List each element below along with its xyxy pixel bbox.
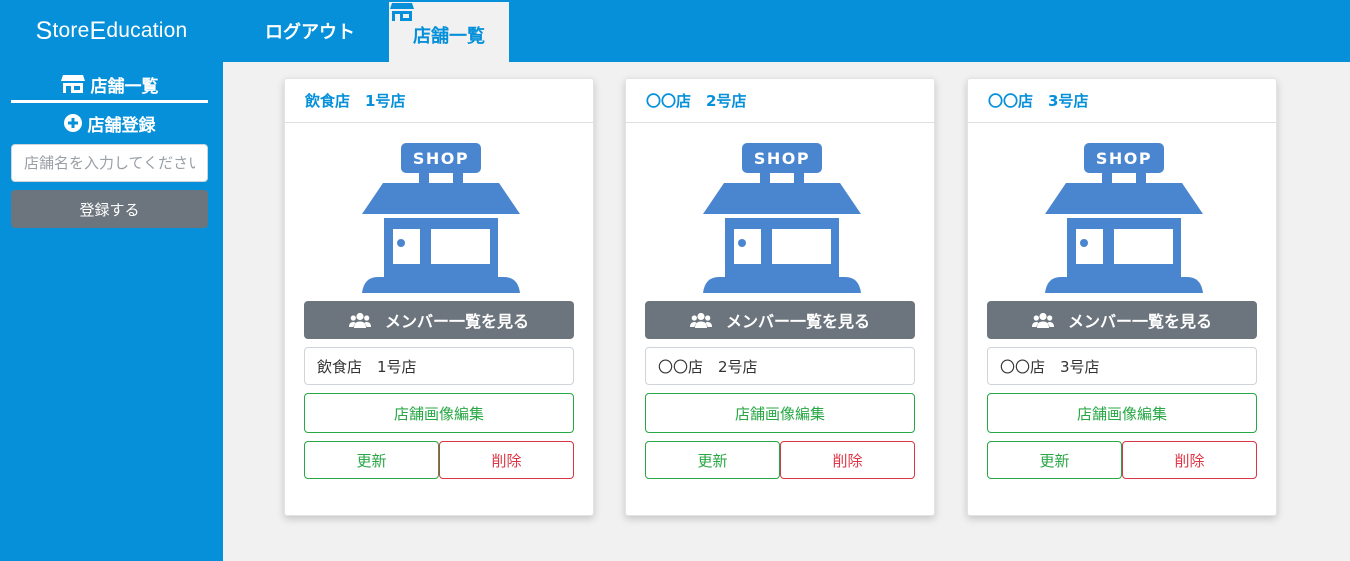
store-card-title: 〇〇店 3号店 [968, 79, 1276, 123]
delete-button[interactable]: 削除 [780, 441, 915, 479]
top-navbar: Store Education ログアウト 店舗一覧 [0, 0, 1350, 62]
store-card-title: 〇〇店 2号店 [626, 79, 934, 123]
brand-letter-s: S [35, 16, 53, 45]
edit-store-image-button[interactable]: 店舗画像編集 [987, 393, 1257, 433]
sidebar-item-store-register-label: 店舗登録 [87, 115, 156, 136]
brand-text-tore: tore [52, 19, 90, 42]
store-card-title: 飲食店 1号店 [285, 79, 593, 123]
shop-icon: SHOP [362, 143, 520, 293]
edit-store-image-button[interactable]: 店舗画像編集 [304, 393, 574, 433]
store-name-field[interactable] [304, 347, 574, 385]
svg-text:SHOP: SHOP [413, 149, 469, 168]
svg-text:SHOP: SHOP [754, 149, 810, 168]
sidebar-item-store-list[interactable]: 店舗一覧 [11, 66, 208, 102]
users-icon [1031, 312, 1054, 328]
logout-link[interactable]: ログアウト [265, 0, 355, 62]
view-members-button[interactable]: メンバー一覧を見る [645, 301, 915, 339]
tab-store-list[interactable]: 店舗一覧 [389, 2, 509, 62]
tab-store-list-label: 店舗一覧 [413, 26, 485, 47]
update-button[interactable]: 更新 [987, 441, 1122, 479]
users-icon [348, 312, 371, 328]
shop-icon: SHOP [1045, 143, 1203, 293]
store-card: 〇〇店 2号店 SHOP メンバー一覧を見る 店舗画像編 [625, 78, 935, 516]
store-name-field[interactable] [645, 347, 915, 385]
sidebar-item-store-register[interactable]: 店舗登録 [11, 107, 208, 139]
users-icon [689, 312, 712, 328]
delete-button[interactable]: 削除 [439, 441, 574, 479]
view-members-label: メンバー一覧を見る [1067, 312, 1212, 331]
store-card: 飲食店 1号店 SHOP メンバー一覧を見る 店舗画像編 [284, 78, 594, 516]
register-button[interactable]: 登録する [11, 190, 208, 228]
brand-letter-e: E [89, 16, 107, 45]
update-button[interactable]: 更新 [304, 441, 439, 479]
store-icon [60, 75, 85, 93]
store-name-field[interactable] [987, 347, 1257, 385]
store-card: 〇〇店 3号店 SHOP メンバー一覧を見る 店舗画像編 [967, 78, 1277, 516]
shop-icon: SHOP [703, 143, 861, 293]
update-button[interactable]: 更新 [645, 441, 780, 479]
store-name-input[interactable] [11, 144, 208, 182]
edit-store-image-button[interactable]: 店舗画像編集 [645, 393, 915, 433]
plus-circle-icon [63, 114, 82, 132]
delete-button[interactable]: 削除 [1122, 441, 1257, 479]
sidebar-item-store-list-label: 店舗一覧 [90, 76, 159, 97]
brand-logo[interactable]: Store Education [0, 0, 223, 62]
sidebar: 店舗一覧 店舗登録 登録する [0, 62, 223, 561]
store-icon [390, 3, 414, 21]
view-members-button[interactable]: メンバー一覧を見る [987, 301, 1257, 339]
sidebar-divider [11, 100, 208, 103]
svg-text:SHOP: SHOP [1096, 149, 1152, 168]
view-members-label: メンバー一覧を見る [384, 312, 529, 331]
brand-text-ducation: ducation [106, 19, 188, 42]
view-members-button[interactable]: メンバー一覧を見る [304, 301, 574, 339]
view-members-label: メンバー一覧を見る [725, 312, 870, 331]
